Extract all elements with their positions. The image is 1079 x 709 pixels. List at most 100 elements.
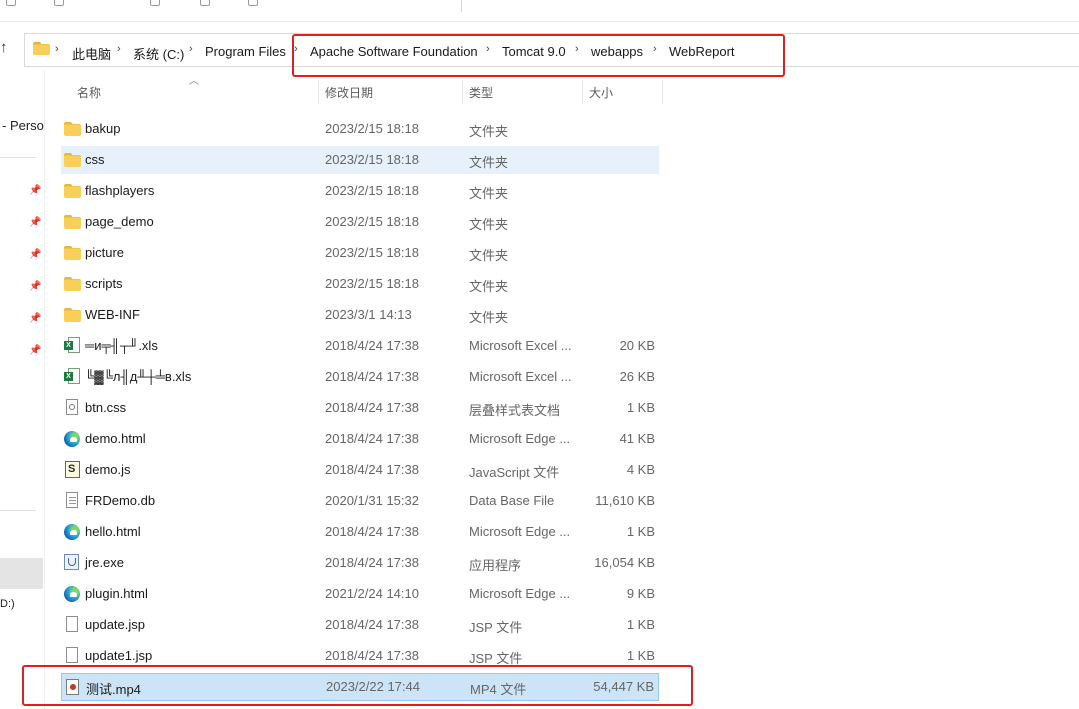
file-type: Microsoft Edge ...	[469, 431, 571, 446]
folder-icon	[64, 246, 81, 260]
breadcrumb-webreport[interactable]: WebReport	[669, 44, 735, 59]
file-date: 2020/1/31 15:32	[325, 493, 419, 508]
column-header-name[interactable]: 名称	[77, 84, 101, 101]
toolbar-icon[interactable]	[54, 0, 64, 6]
nav-item-onedrive[interactable]: - Perso	[2, 118, 44, 133]
file-type: Microsoft Edge ...	[469, 524, 571, 539]
pin-icon[interactable]: 📌	[29, 217, 41, 228]
file-row[interactable]: FRDemo.db 2020/1/31 15:32 Data Base File…	[61, 487, 659, 515]
file-type: Microsoft Excel ...	[469, 338, 572, 353]
file-row[interactable]: WEB-INF 2023/3/1 14:13 文件夹	[61, 301, 659, 329]
file-row[interactable]: btn.css 2018/4/24 17:38 层叠样式表文档 1 KB	[61, 394, 659, 422]
edge-icon	[64, 431, 80, 447]
file-name: demo.html	[85, 431, 146, 446]
toolbar-icon[interactable]	[200, 0, 210, 6]
file-type: 文件夹	[469, 310, 509, 325]
nav-divider	[0, 510, 36, 511]
file-date: 2023/2/15 18:18	[325, 152, 419, 167]
file-type: 应用程序	[469, 558, 522, 573]
file-row[interactable]: bakup 2023/2/15 18:18 文件夹	[61, 115, 659, 143]
folder-icon	[33, 42, 50, 55]
folder-icon	[64, 184, 81, 198]
column-divider[interactable]	[462, 80, 463, 104]
column-divider[interactable]	[662, 80, 663, 104]
pin-icon[interactable]: 📌	[29, 281, 41, 292]
column-header-type[interactable]: 类型	[469, 84, 493, 101]
file-row[interactable]: plugin.html 2021/2/24 14:10 Microsoft Ed…	[61, 580, 659, 608]
file-size: 4 KB	[626, 462, 655, 477]
toolbar-icon[interactable]	[6, 0, 16, 6]
file-row[interactable]: X ╚▓╚л╢д╨┼╧в.xls 2018/4/24 17:38 Microso…	[61, 363, 659, 391]
breadcrumb-webapps[interactable]: webapps	[591, 44, 643, 59]
file-date: 2018/4/24 17:38	[325, 524, 419, 539]
pin-icon[interactable]: 📌	[29, 185, 41, 196]
file-type: JavaScript 文件	[469, 465, 560, 480]
toolbar-icon[interactable]	[150, 0, 160, 6]
pin-icon[interactable]: 📌	[29, 345, 41, 356]
column-header-size[interactable]: 大小	[589, 84, 613, 101]
address-bar[interactable]: › 此电脑 › 系统 (C:) › Program Files › Apache…	[24, 33, 1079, 67]
folder-icon	[64, 153, 81, 167]
file-row[interactable]: hello.html 2018/4/24 17:38 Microsoft Edg…	[61, 518, 659, 546]
file-row[interactable]: demo.html 2018/4/24 17:38 Microsoft Edge…	[61, 425, 659, 453]
nav-item-selected[interactable]	[0, 558, 43, 589]
chevron-right-icon[interactable]: ›	[117, 43, 121, 55]
excel-icon: X	[64, 368, 80, 385]
file-size: 1 KB	[626, 400, 655, 415]
breadcrumb-system-c[interactable]: 系统 (C:)	[133, 44, 184, 63]
file-row[interactable]: S demo.js 2018/4/24 17:38 JavaScript 文件 …	[61, 456, 659, 484]
file-size: 1 KB	[626, 648, 655, 663]
chevron-right-icon[interactable]: ›	[55, 43, 59, 55]
file-row[interactable]: jre.exe 2018/4/24 17:38 应用程序 16,054 KB	[61, 549, 659, 577]
column-header-date[interactable]: 修改日期	[325, 84, 373, 101]
navigation-pane: - Perso 📌 📌 📌 📌 📌 📌 D:)	[0, 70, 44, 709]
chevron-right-icon[interactable]: ›	[575, 43, 579, 55]
chevron-right-icon[interactable]: ›	[294, 43, 298, 55]
file-type: 文件夹	[469, 217, 509, 232]
file-date: 2023/2/15 18:18	[325, 121, 419, 136]
edge-icon	[64, 586, 80, 602]
breadcrumb-program-files[interactable]: Program Files	[205, 44, 286, 59]
toolbar-icon[interactable]	[248, 0, 258, 6]
file-type: JSP 文件	[469, 620, 523, 635]
file-name: flashplayers	[85, 183, 155, 198]
file-row[interactable]: flashplayers 2023/2/15 18:18 文件夹	[61, 177, 659, 205]
chevron-right-icon[interactable]: ›	[653, 43, 657, 55]
file-name: ╚▓╚л╢д╨┼╧в.xls	[85, 369, 192, 384]
file-size: 54,447 KB	[593, 679, 654, 694]
file-row[interactable]: page_demo 2023/2/15 18:18 文件夹	[61, 208, 659, 236]
pin-icon[interactable]: 📌	[29, 313, 41, 324]
file-row[interactable]: css 2023/2/15 18:18 文件夹	[61, 146, 659, 174]
file-row[interactable]: scripts 2023/2/15 18:18 文件夹	[61, 270, 659, 298]
file-name: plugin.html	[85, 586, 148, 601]
folder-icon	[64, 277, 81, 291]
column-divider[interactable]	[582, 80, 583, 104]
up-arrow-icon[interactable]: ↑	[0, 38, 14, 58]
file-type: Microsoft Excel ...	[469, 369, 572, 384]
javascript-file-icon: S	[65, 461, 80, 478]
file-row[interactable]: picture 2023/2/15 18:18 文件夹	[61, 239, 659, 267]
file-date: 2023/3/1 14:13	[325, 307, 412, 322]
file-name: update.jsp	[85, 617, 145, 632]
file-name: bakup	[85, 121, 121, 136]
file-name: scripts	[85, 276, 123, 291]
file-row-selected[interactable]: 测试.mp4 2023/2/22 17:44 MP4 文件 54,447 KB	[61, 673, 659, 701]
breadcrumb-this-pc[interactable]: 此电脑	[72, 44, 111, 63]
file-name: btn.css	[85, 400, 127, 415]
breadcrumb-tomcat[interactable]: Tomcat 9.0	[502, 44, 566, 59]
nav-item-drive[interactable]: D:)	[0, 598, 15, 610]
chevron-right-icon[interactable]: ›	[486, 43, 490, 55]
file-row[interactable]: update1.jsp 2018/4/24 17:38 JSP 文件 1 KB	[61, 642, 659, 670]
file-name: 测试.mp4	[86, 682, 141, 697]
file-size: 16,054 KB	[594, 555, 655, 570]
chevron-right-icon[interactable]: ›	[189, 43, 193, 55]
file-date: 2018/4/24 17:38	[325, 617, 419, 632]
file-row[interactable]: update.jsp 2018/4/24 17:38 JSP 文件 1 KB	[61, 611, 659, 639]
breadcrumb-apache[interactable]: Apache Software Foundation	[310, 44, 478, 59]
file-name: FRDemo.db	[85, 493, 156, 508]
pin-icon[interactable]: 📌	[29, 249, 41, 260]
file-name: hello.html	[85, 524, 141, 539]
database-file-icon	[66, 492, 78, 508]
file-row[interactable]: X ═и╤╢┬╜.xls 2018/4/24 17:38 Microsoft E…	[61, 332, 659, 360]
column-divider[interactable]	[318, 80, 319, 104]
